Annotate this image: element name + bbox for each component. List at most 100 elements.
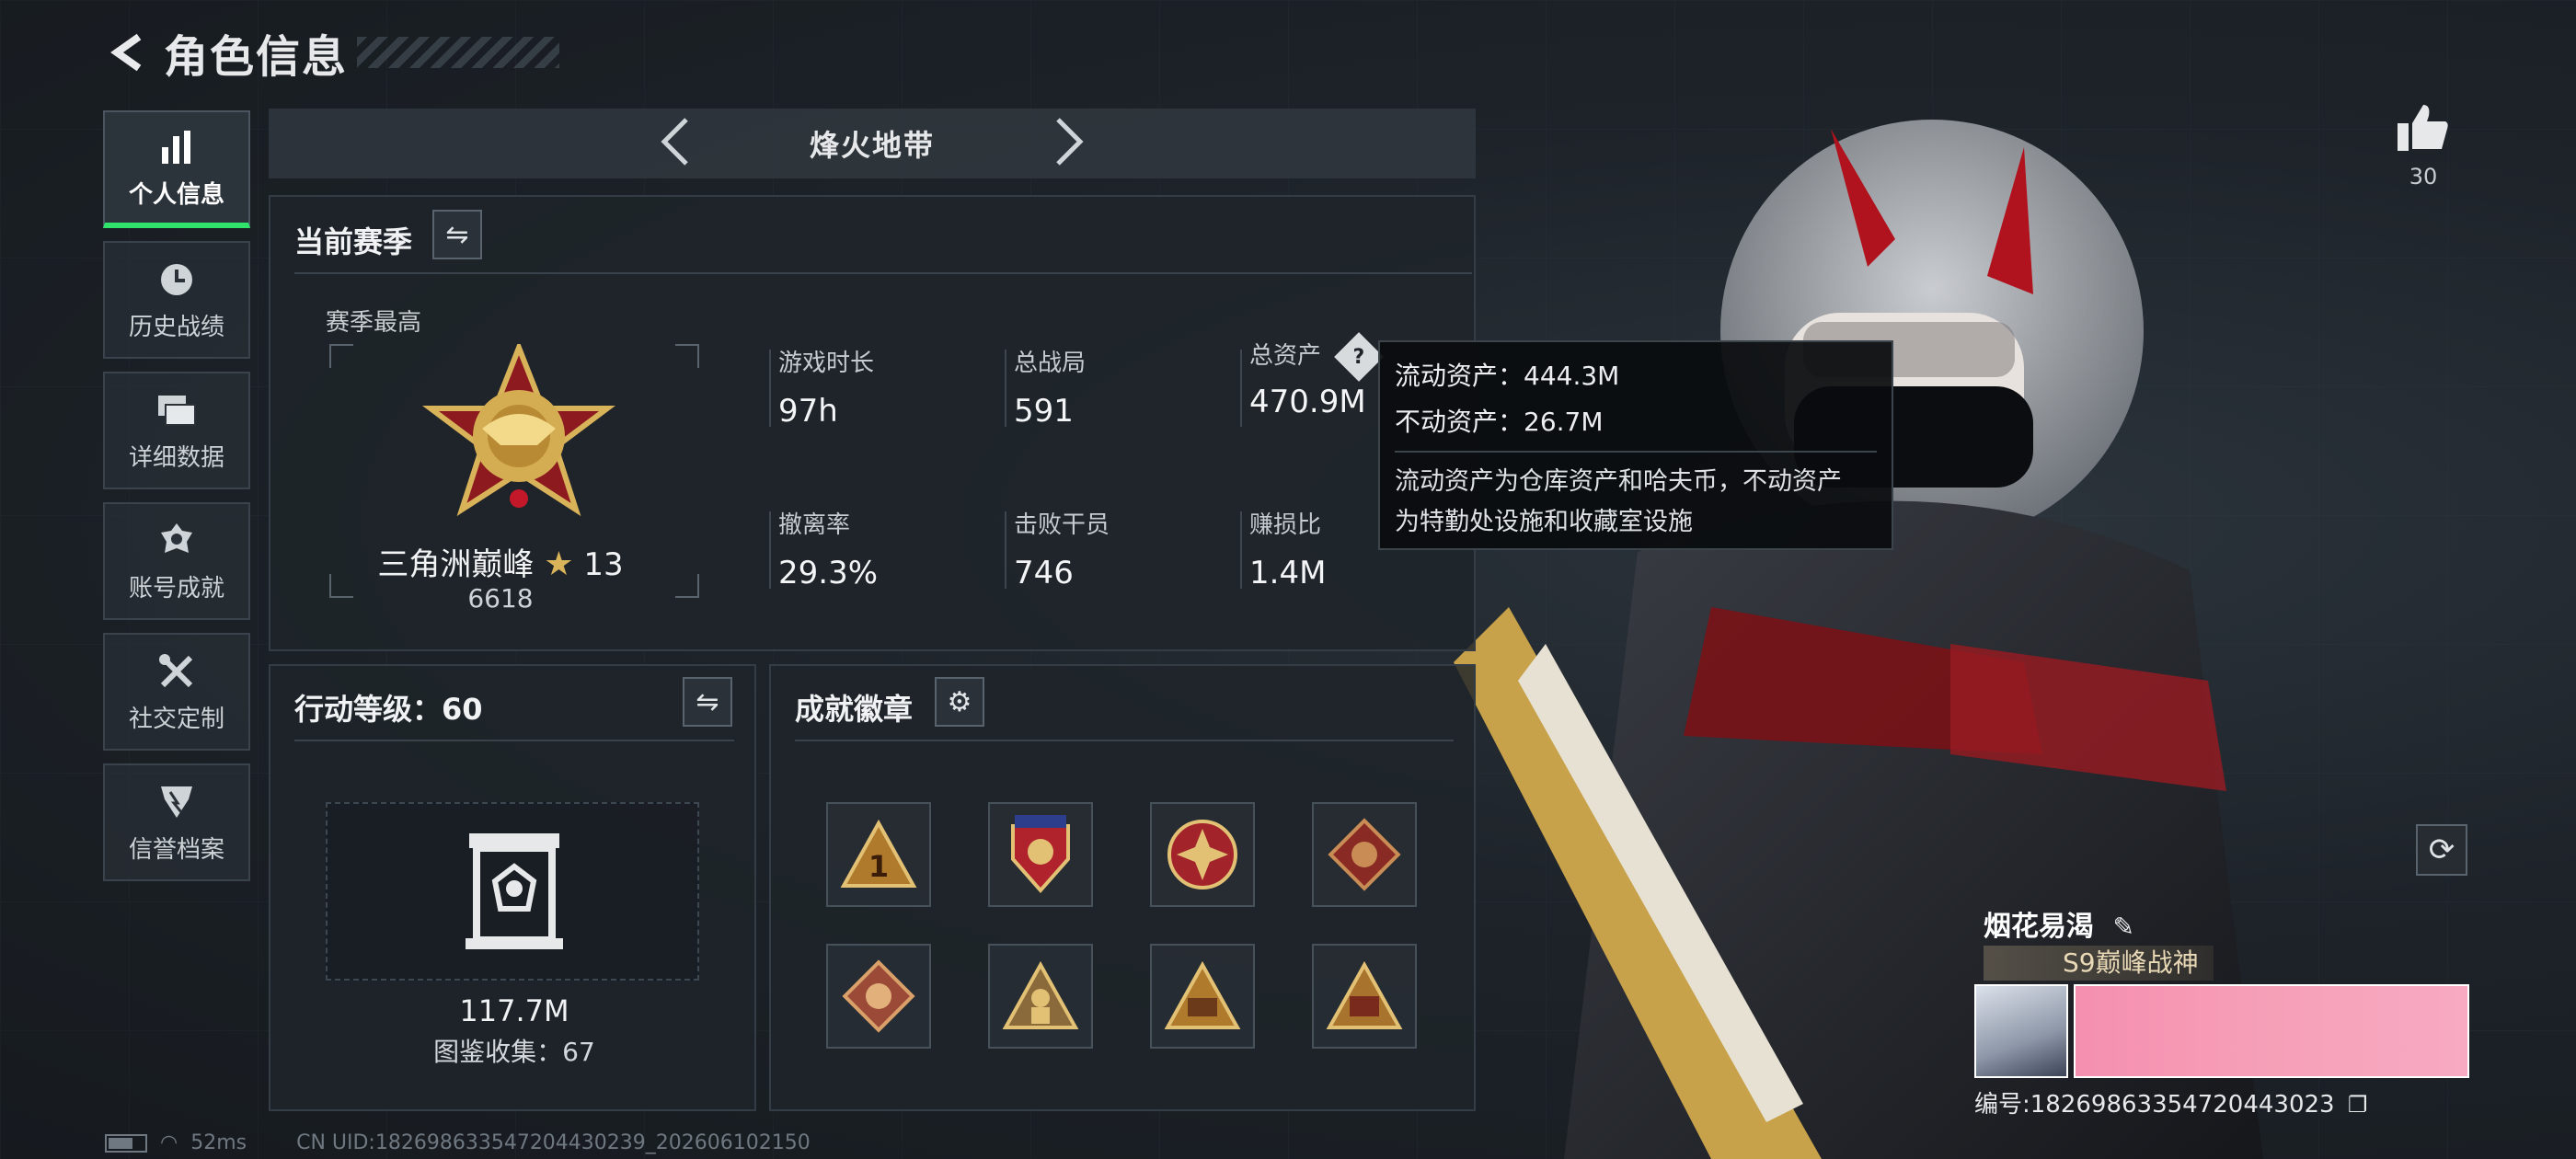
header-decoration [357, 37, 560, 68]
stat-value: 591 [1014, 393, 1074, 430]
action-level-title: 行动等级：60 [294, 692, 483, 727]
nav-label: 详细数据 [128, 443, 224, 472]
player-name-row: 烟花易渴 ✎ [1984, 903, 2134, 944]
ping-value: 52ms [190, 1131, 247, 1154]
side-nav: 个人信息 历史战绩 详细数据 账号成就 社交定制 信誉档案 [103, 110, 250, 894]
season-switch-button[interactable]: ⇋ [432, 210, 482, 259]
swap-icon: ⇋ [696, 685, 719, 718]
badge-slot[interactable] [988, 802, 1093, 907]
back-button[interactable] [101, 25, 156, 80]
nav-label: 账号成就 [128, 574, 224, 602]
action-switch-button[interactable]: ⇋ [683, 677, 732, 727]
badge-slot[interactable] [1150, 802, 1255, 907]
star-icon: ★ [544, 545, 574, 583]
prev-mode-button[interactable] [648, 116, 703, 177]
like-button[interactable]: 30 [2396, 101, 2451, 189]
wifi-icon: ◠ [160, 1131, 178, 1154]
badge-slot[interactable] [988, 944, 1093, 1049]
stat-kills: 击败干员 746 [1005, 506, 1216, 591]
nav-label: 社交定制 [128, 705, 224, 733]
season-panel: 当前赛季 ⇋ 赛季最高 三角洲巅峰 ★ 13 6618 游戏时长 97h 总战局… [269, 195, 1476, 651]
collection-count: 图鉴收集：67 [433, 1037, 595, 1067]
mode-name: 烽火地带 [809, 128, 935, 163]
copy-icon[interactable]: ❐ [2348, 1092, 2368, 1118]
svg-text:1: 1 [868, 849, 889, 884]
status-footer: ◠ 52ms CN UID:182698633547204430239_2026… [105, 1131, 811, 1154]
stat-divider [769, 511, 771, 589]
tooltip-desc-line-1: 流动资产为仓库资产和哈夫币，不动资产 [1395, 467, 1842, 496]
page-header: 角色信息 [101, 20, 560, 85]
season-best-label: 赛季最高 [326, 309, 422, 337]
stat-value: 29.3% [778, 555, 879, 591]
badge-grid: 1 [826, 802, 1417, 1049]
rank-stars: 13 [583, 546, 624, 583]
stat-extract-rate: 撤离率 29.3% [769, 506, 981, 591]
nav-item-history[interactable]: 历史战绩 [103, 241, 250, 359]
badge-s9-icon [1164, 961, 1241, 1029]
stat-label: 总战局 [1014, 350, 1087, 377]
badges-title: 成就徽章 [795, 692, 914, 727]
stat-total-matches: 总战局 591 [1005, 344, 1216, 430]
nav-item-social[interactable]: 社交定制 [103, 633, 250, 751]
frame-corner [329, 344, 353, 368]
badge-s8-icon [1326, 961, 1403, 1029]
player-name: 烟花易渴 [1984, 911, 2094, 943]
battery-icon [105, 1133, 147, 1153]
stat-value: 97h [778, 393, 838, 430]
player-id-row: 编号:18269863354720443023 ❐ [1974, 1085, 2367, 1119]
chevron-left-icon [661, 118, 688, 166]
name-card-banner [2074, 984, 2469, 1078]
vault-icon [466, 833, 563, 949]
tools-icon [155, 650, 198, 693]
stat-label: 撤离率 [778, 511, 851, 539]
badge-slot[interactable] [1150, 944, 1255, 1049]
divider [795, 740, 1454, 741]
stat-play-time: 游戏时长 97h [769, 344, 981, 430]
badge-dragon-icon [1328, 818, 1401, 891]
nav-label: 历史战绩 [128, 313, 224, 341]
rank-emblem-icon [422, 344, 615, 517]
nav-item-detail-data[interactable]: 详细数据 [103, 372, 250, 489]
badge-slot[interactable] [826, 944, 931, 1049]
nav-item-credit[interactable]: 信誉档案 [103, 763, 250, 881]
help-icon[interactable]: ? [1334, 331, 1385, 382]
stat-divider [1240, 511, 1242, 589]
stat-divider [1005, 350, 1006, 427]
nav-item-achievements[interactable]: 账号成就 [103, 502, 250, 620]
badge-dragon-2-icon [842, 959, 915, 1033]
uid-text: CN UID:182698633547204430239_20260610215… [296, 1131, 811, 1154]
thumbs-up-icon [2398, 105, 2448, 151]
clock-icon [155, 258, 198, 301]
badge-cross-icon [1167, 820, 1237, 889]
bar-chart-icon [155, 126, 198, 168]
stat-label: 总资产 [1249, 342, 1322, 370]
rotate-character-button[interactable]: ⟳ [2416, 824, 2467, 876]
like-count: 30 [2409, 164, 2438, 189]
season-title: 当前赛季 [294, 224, 413, 259]
assets-tooltip: 流动资产：444.3M 不动资产：26.7M 流动资产为仓库资产和哈夫币，不动资… [1378, 340, 1893, 550]
gear-icon: ⚙ [947, 685, 972, 718]
badge-slot[interactable] [1312, 802, 1417, 907]
badges-settings-button[interactable]: ⚙ [935, 677, 984, 727]
tooltip-desc-line-2: 为特勤处设施和收藏室设施 [1395, 508, 1693, 536]
asset-value: 117.7M [459, 993, 569, 1028]
badge-slot[interactable]: 1 [826, 802, 931, 907]
next-mode-button[interactable] [1041, 116, 1097, 177]
player-id: 编号:18269863354720443023 [1974, 1091, 2335, 1119]
medal-icon [155, 520, 198, 562]
edit-name-icon[interactable]: ✎ [2112, 912, 2133, 942]
badge-slot[interactable] [1312, 944, 1417, 1049]
nav-label: 信誉档案 [128, 835, 224, 864]
avatar[interactable] [1974, 984, 2068, 1078]
nav-item-personal-info[interactable]: 个人信息 [103, 110, 250, 228]
swap-icon: ⇋ [445, 218, 469, 251]
nav-label: 个人信息 [128, 180, 224, 209]
divider [294, 272, 1472, 274]
folders-icon [155, 389, 198, 431]
badge-stars-icon [1011, 815, 1070, 894]
back-arrow-icon [110, 33, 142, 72]
shield-icon [155, 781, 198, 823]
tooltip-liquid-assets: 流动资产：444.3M [1395, 361, 1620, 391]
rank-name-row: 三角洲巅峰 ★ 13 [270, 539, 730, 584]
rank-score: 6618 [467, 583, 534, 614]
